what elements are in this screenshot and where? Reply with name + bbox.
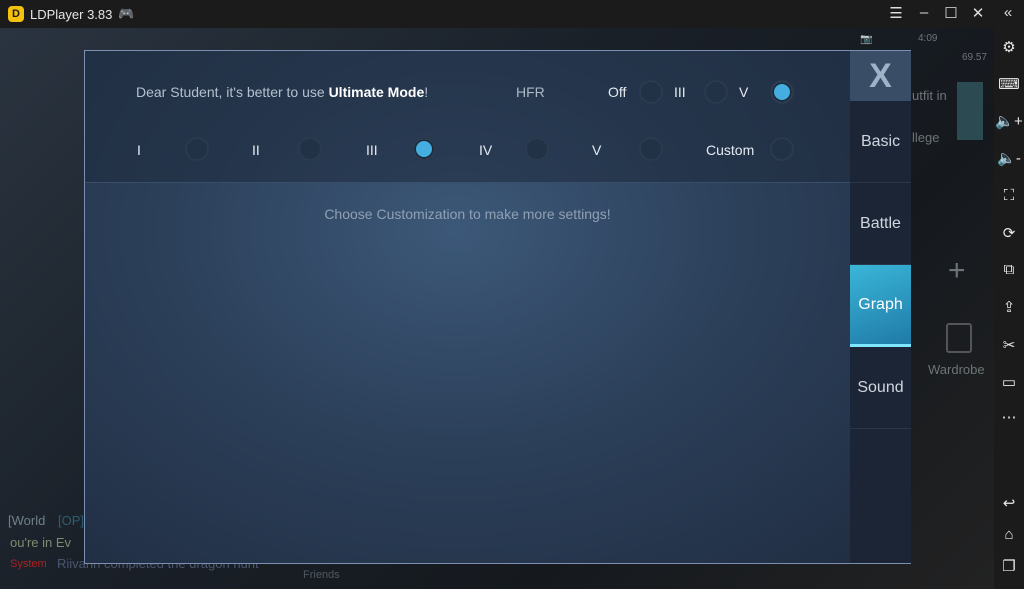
more-icon[interactable]: ⋯ [994, 408, 1024, 426]
bg-college-text: llege [912, 130, 940, 145]
quality-v-label: V [592, 142, 602, 158]
bg-outfit-text: utfit in [912, 88, 947, 103]
hfr-v-radio[interactable] [770, 80, 794, 104]
tab-sound[interactable]: Sound [850, 347, 911, 429]
maximize-button[interactable]: ☐ [941, 4, 961, 22]
hfr-iii-radio[interactable] [704, 80, 728, 104]
tab-graph[interactable]: Graph [850, 265, 911, 347]
bg-card [957, 82, 983, 140]
settings-tabs: Basic Battle Graph Sound [850, 51, 911, 563]
tab-basic[interactable]: Basic [850, 101, 911, 183]
gamepad-icon[interactable]: 🎮 [118, 6, 134, 22]
home-icon[interactable]: ⌂ [994, 526, 1024, 543]
chat-world: [World [8, 513, 46, 528]
quality-iii-radio[interactable] [412, 137, 436, 161]
quality-i-label: I [137, 142, 141, 158]
quality-iii-label: III [366, 142, 378, 158]
hfr-off-label: Off [608, 84, 627, 100]
settings-icon[interactable]: ⚙ [994, 38, 1024, 56]
multi-instance-icon[interactable]: ⧉ [994, 261, 1024, 278]
wardrobe-icon[interactable] [946, 323, 972, 353]
title-bar: D LDPlayer 3.83 🎮 ☰ – ☐ ✕ « [0, 0, 1024, 28]
back-icon[interactable]: ↩ [994, 494, 1024, 512]
close-button[interactable]: ✕ [968, 4, 988, 22]
volume-down-icon[interactable]: 🔈- [994, 149, 1024, 167]
fps-readout: 69.57 [962, 52, 988, 63]
chat-system-tag: System [10, 558, 47, 570]
quality-custom-radio[interactable] [770, 137, 794, 161]
ultimate-mode-notice: Dear Student, it's better to use Ultimat… [136, 84, 428, 100]
ldplayer-logo-icon: D [8, 6, 24, 22]
tab-battle[interactable]: Battle [850, 183, 911, 265]
quality-iv-radio[interactable] [525, 137, 549, 161]
recent-apps-icon[interactable]: ❐ [994, 557, 1024, 575]
notice-suffix: ! [424, 84, 429, 100]
apk-install-icon[interactable]: ⇪ [994, 298, 1024, 316]
hfr-v-label: V [739, 84, 749, 100]
quality-i-radio[interactable] [185, 137, 209, 161]
settings-header: Dear Student, it's better to use Ultimat… [85, 51, 850, 183]
hfr-off-radio[interactable] [639, 80, 663, 104]
right-toolbar: ⚙ ⌨ 🔈+ 🔈- ⛶ ⟳ ⧉ ⇪ ✂ ▭ ⋯ ↩ ⌂ ❐ [994, 28, 1024, 589]
notice-prefix: Dear Student, it's better to use [136, 84, 329, 100]
menu-button[interactable]: ☰ [886, 4, 906, 22]
volume-up-icon[interactable]: 🔈+ [994, 112, 1024, 130]
scissors-icon[interactable]: ✂ [994, 336, 1024, 354]
quality-v-radio[interactable] [639, 137, 663, 161]
minimize-button[interactable]: – [914, 4, 934, 21]
keyboard-icon[interactable]: ⌨ [994, 75, 1024, 93]
wardrobe-label[interactable]: Wardrobe [928, 362, 985, 377]
chat-event: ou're in Ev [10, 535, 72, 550]
record-video-icon[interactable]: ▭ [994, 373, 1024, 391]
dialog-close-button[interactable]: X [850, 51, 911, 101]
sync-icon[interactable]: ⟳ [994, 224, 1024, 242]
graphics-settings-dialog: Dear Student, it's better to use Ultimat… [84, 50, 911, 564]
quality-iv-label: IV [479, 142, 493, 158]
bg-plus[interactable]: + [948, 254, 966, 288]
chat-op: [OP] [58, 513, 85, 528]
quality-custom-label: Custom [706, 142, 755, 158]
app-title: LDPlayer 3.83 [30, 6, 113, 22]
quality-ii-label: II [252, 142, 260, 158]
status-time: 4:09 [918, 33, 938, 44]
collapse-sidebar-button[interactable]: « [998, 4, 1018, 21]
camera-icon: 📷 [860, 34, 873, 45]
friends-label[interactable]: Friends [303, 569, 340, 581]
customization-hint: Choose Customization to make more settin… [324, 206, 611, 222]
notice-bold: Ultimate Mode [328, 84, 425, 100]
fullscreen-icon[interactable]: ⛶ [994, 187, 1024, 204]
hfr-iii-label: III [674, 84, 686, 100]
hfr-label: HFR [516, 84, 545, 100]
quality-ii-radio[interactable] [298, 137, 322, 161]
